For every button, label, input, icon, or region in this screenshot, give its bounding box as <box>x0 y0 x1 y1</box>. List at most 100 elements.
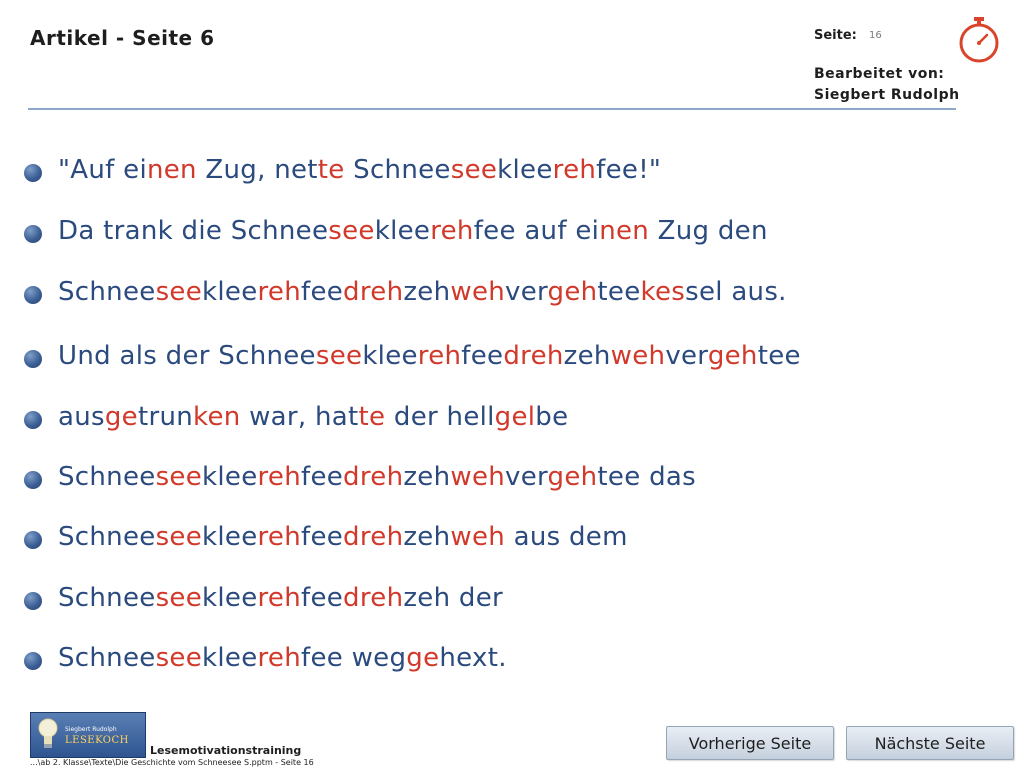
syllable: zeh <box>403 522 451 552</box>
page-number-label: Seite: <box>814 28 857 43</box>
syllable-highlight: ge <box>406 643 440 673</box>
syllable: Schnee <box>58 643 156 673</box>
stopwatch-icon[interactable] <box>956 16 1002 64</box>
syllable-highlight: reh <box>257 583 301 613</box>
line-text: Schneeseekleerehfeedrehzehwehvergehteeke… <box>58 277 787 307</box>
edited-by-label: Bearbeitet von: <box>814 66 945 82</box>
previous-page-button[interactable]: Vorherige Seite <box>666 726 834 760</box>
syllable: tee das <box>597 462 696 492</box>
text-line: Schneeseekleerehfee weggehext. <box>24 643 507 673</box>
syllable: klee <box>202 462 258 492</box>
bullet-icon <box>24 531 42 549</box>
syllable: klee <box>362 341 418 371</box>
syllable-highlight: reh <box>430 216 474 246</box>
syllable: sel aus. <box>685 277 787 307</box>
training-label: Lesemotivationstraining <box>150 744 302 757</box>
syllable: fee weg <box>301 643 407 673</box>
syllable: Zug den <box>649 216 768 246</box>
syllable-highlight: te <box>358 402 386 432</box>
syllable: der hell <box>385 402 495 432</box>
text-line: Schneeseekleerehfeedrehzehwehvergehteeke… <box>24 277 787 307</box>
syllable-highlight: weh <box>450 462 506 492</box>
syllable: Schnee <box>58 583 156 613</box>
syllable-highlight: geh <box>707 341 758 371</box>
syllable-highlight: see <box>328 216 375 246</box>
syllable-highlight: see <box>450 155 498 185</box>
syllable-highlight: reh <box>257 643 301 673</box>
syllable: zeh <box>403 462 451 492</box>
syllable-highlight: nen <box>146 155 197 185</box>
page-number-value: 16 <box>869 30 882 41</box>
syllable-highlight: reh <box>257 522 301 552</box>
bullet-icon <box>24 286 42 304</box>
text-line: Da trank die Schneeseekleerehfee auf ein… <box>24 216 768 246</box>
next-page-button[interactable]: Nächste Seite <box>846 726 1014 760</box>
bullet-icon <box>24 164 42 182</box>
syllable: klee <box>374 216 431 246</box>
syllable: aus dem <box>505 522 628 552</box>
bullet-icon <box>24 225 42 243</box>
syllable-highlight: ken <box>193 402 241 432</box>
line-text: Schneeseekleerehfee weggehext. <box>58 643 507 673</box>
text-line: Schneeseekleerehfeedrehzehweh aus dem <box>24 522 628 552</box>
syllable-highlight: see <box>155 462 203 492</box>
text-line: Schneeseekleerehfeedrehzehwehvergehtee d… <box>24 462 696 492</box>
author-name: Siegbert Rudolph <box>814 87 960 103</box>
syllable: hext. <box>439 643 507 673</box>
syllable: trun <box>137 402 194 432</box>
logo-text: LESEKOCH <box>65 735 129 746</box>
syllable-highlight: dreh <box>343 583 404 613</box>
bullet-icon <box>24 471 42 489</box>
syllable: fee <box>461 341 504 371</box>
syllable: Schnee <box>58 277 156 307</box>
line-text: Schneeseekleerehfeedrehzehweh aus dem <box>58 522 628 552</box>
line-text: Schneeseekleerehfeedrehzehwehvergehtee d… <box>58 462 696 492</box>
line-text: Und als der Schneeseekleerehfeedrehzehwe… <box>58 341 801 371</box>
syllable-highlight: dreh <box>343 462 404 492</box>
syllable: Da trank die Schnee <box>58 216 329 246</box>
syllable-highlight: reh <box>257 462 301 492</box>
syllable: "Auf ei <box>58 155 147 185</box>
text-line: Schneeseekleerehfeedrehzeh der <box>24 583 503 613</box>
page-title: Artikel - Seite 6 <box>30 26 215 50</box>
line-text: Da trank die Schneeseekleerehfee auf ein… <box>58 216 768 246</box>
syllable: war, hat <box>240 402 359 432</box>
syllable: klee <box>202 277 258 307</box>
bullet-icon <box>24 652 42 670</box>
syllable: Zug, net <box>196 155 318 185</box>
file-path: ...\ab 2. Klasse\Texte\Die Geschichte vo… <box>30 758 314 767</box>
line-text: "Auf einen Zug, nette Schneeseekleerehfe… <box>58 155 661 185</box>
syllable: Schnee <box>58 462 156 492</box>
syllable: klee <box>202 643 258 673</box>
syllable: fee <box>301 522 344 552</box>
syllable: ver <box>505 462 548 492</box>
header-divider <box>28 108 956 110</box>
syllable-highlight: reh <box>552 155 597 185</box>
syllable-highlight: nen <box>599 216 650 246</box>
syllable: Schnee <box>344 155 451 185</box>
syllable-highlight: reh <box>257 277 301 307</box>
syllable-highlight: reh <box>417 341 462 371</box>
lightbulb-icon <box>38 718 58 748</box>
logo-author: Siegbert Rudolph <box>65 726 117 733</box>
syllable-highlight: weh <box>610 341 666 371</box>
bullet-icon <box>24 350 42 368</box>
syllable: fee <box>301 277 344 307</box>
syllable-highlight: geh <box>547 462 598 492</box>
syllable-highlight: see <box>315 341 363 371</box>
syllable-highlight: gel <box>494 402 536 432</box>
syllable-highlight: dreh <box>343 522 404 552</box>
syllable: Schnee <box>58 522 156 552</box>
syllable-highlight: dreh <box>343 277 404 307</box>
syllable-highlight: weh <box>450 277 506 307</box>
syllable-highlight: see <box>155 643 203 673</box>
syllable: fee!" <box>596 155 662 185</box>
syllable: ver <box>505 277 548 307</box>
syllable-highlight: weh <box>450 522 506 552</box>
syllable-highlight: see <box>155 583 203 613</box>
syllable: zeh <box>563 341 611 371</box>
syllable: fee <box>301 462 344 492</box>
bullet-icon <box>24 592 42 610</box>
syllable-highlight: see <box>155 277 203 307</box>
syllable-highlight: te <box>317 155 345 185</box>
